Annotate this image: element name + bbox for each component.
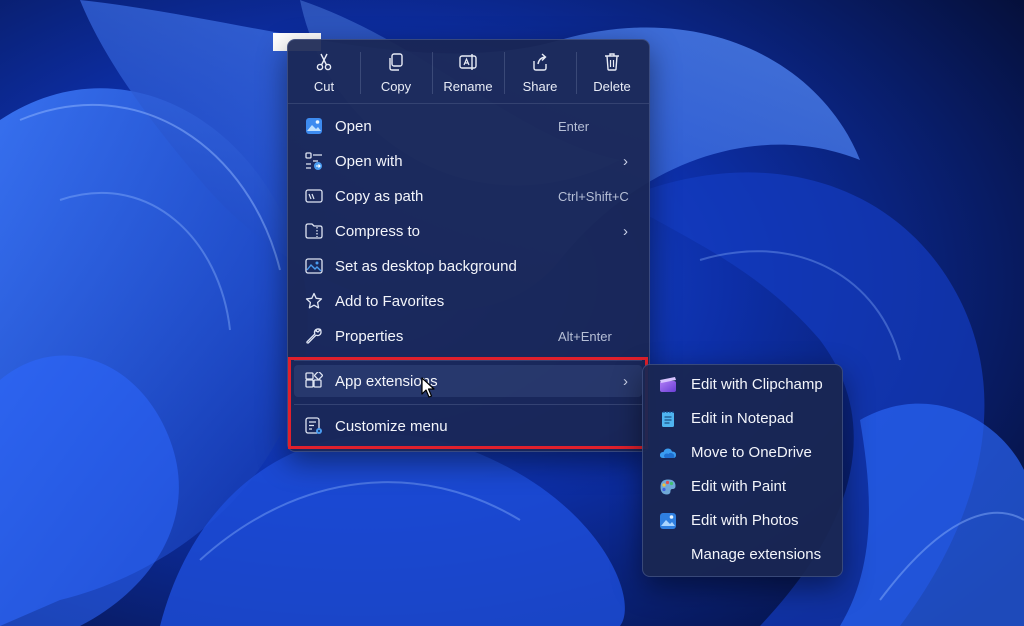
menu-item-shortcut: Enter — [558, 118, 590, 134]
wrench-icon — [306, 328, 322, 344]
submenu-item-edit-with-paint[interactable]: Edit with Paint — [649, 471, 836, 503]
menu-item-shortcut: Ctrl+Shift+C — [558, 188, 629, 204]
toolbar-divider — [360, 52, 361, 94]
chevron-right-icon: › — [623, 222, 628, 240]
menu-item-app-extensions[interactable]: App extensions › — [294, 365, 642, 397]
submenu-item-edit-with-photos[interactable]: Edit with Photos — [649, 505, 836, 537]
toolbar-divider — [576, 52, 577, 94]
menu-item-properties[interactable]: Properties Alt+Enter — [294, 320, 642, 352]
submenu-item-label: Edit with Paint — [691, 478, 787, 495]
menu-item-label: Customize menu — [335, 417, 448, 435]
copy-icon — [389, 53, 403, 71]
menu-separator — [294, 404, 642, 405]
menu-separator — [294, 360, 642, 361]
menu-item-shortcut: Alt+Enter — [558, 328, 612, 344]
scissors-icon — [316, 53, 332, 71]
chevron-right-icon: › — [623, 372, 628, 390]
copy-path-icon — [305, 189, 323, 203]
submenu-item-label: Edit with Clipchamp — [691, 376, 823, 393]
zip-folder-icon — [305, 223, 323, 239]
desktop-background-icon — [305, 258, 323, 274]
copy-label: Copy — [380, 79, 412, 94]
star-icon — [305, 292, 323, 309]
context-menu: Cut Copy Rename Share Delete Open Enter … — [287, 39, 650, 452]
menu-item-label: Properties — [335, 327, 404, 345]
app-extensions-icon — [305, 372, 323, 388]
submenu-item-label: Move to OneDrive — [691, 444, 812, 461]
menu-item-copy-as-path[interactable]: Copy as path Ctrl+Shift+C — [294, 180, 642, 212]
menu-item-label: Copy as path — [335, 187, 424, 205]
submenu-item-edit-in-notepad[interactable]: Edit in Notepad — [649, 403, 836, 435]
toolbar-divider — [432, 52, 433, 94]
share-label: Share — [522, 79, 558, 94]
onedrive-icon — [659, 448, 676, 458]
submenu-item-label: Edit with Photos — [691, 512, 799, 529]
customize-menu-icon — [305, 417, 322, 434]
submenu-item-move-to-onedrive[interactable]: Move to OneDrive — [649, 437, 836, 469]
menu-item-customize-menu[interactable]: Customize menu — [294, 410, 642, 442]
toolbar-divider — [504, 52, 505, 94]
delete-button[interactable]: Delete — [582, 48, 642, 100]
cut-button[interactable]: Cut — [294, 48, 354, 100]
rename-icon — [459, 54, 477, 70]
delete-label: Delete — [593, 79, 631, 94]
menu-item-label: Set as desktop background — [335, 257, 517, 275]
open-with-icon — [305, 152, 322, 170]
copy-button[interactable]: Copy — [366, 48, 426, 100]
menu-item-open-with[interactable]: Open with › — [294, 145, 642, 177]
paint-icon — [660, 479, 676, 495]
menu-item-compress-to[interactable]: Compress to › — [294, 215, 642, 247]
context-menu-toolbar: Cut Copy Rename Share Delete — [288, 40, 649, 102]
menu-item-label: Add to Favorites — [335, 292, 445, 310]
photos-icon — [660, 513, 676, 529]
rename-button[interactable]: Rename — [438, 48, 498, 100]
trash-icon — [605, 53, 619, 71]
toolbar-separator — [288, 103, 649, 104]
clipchamp-icon — [660, 377, 676, 392]
submenu-item-edit-with-clipchamp[interactable]: Edit with Clipchamp — [649, 369, 836, 401]
menu-item-add-to-favorites[interactable]: Add to Favorites — [294, 285, 642, 317]
chevron-right-icon: › — [623, 152, 628, 170]
cut-label: Cut — [313, 79, 335, 94]
rename-label: Rename — [443, 79, 493, 94]
submenu-item-manage-extensions[interactable]: Manage extensions — [649, 539, 836, 571]
app-extensions-submenu: Edit with Clipchamp Edit in Notepad Move… — [642, 364, 843, 577]
menu-item-label: Compress to — [335, 222, 421, 240]
submenu-item-label: Edit in Notepad — [691, 410, 794, 427]
share-button[interactable]: Share — [510, 48, 570, 100]
menu-item-label: Open with — [335, 152, 403, 170]
mouse-cursor-icon — [421, 377, 435, 398]
notepad-icon — [662, 411, 674, 427]
menu-item-label: Open — [335, 117, 372, 135]
menu-item-set-desktop-background[interactable]: Set as desktop background — [294, 250, 642, 282]
submenu-item-label: Manage extensions — [691, 546, 822, 563]
share-icon — [533, 53, 547, 71]
menu-item-open[interactable]: Open Enter — [294, 110, 642, 142]
image-icon — [306, 118, 322, 134]
